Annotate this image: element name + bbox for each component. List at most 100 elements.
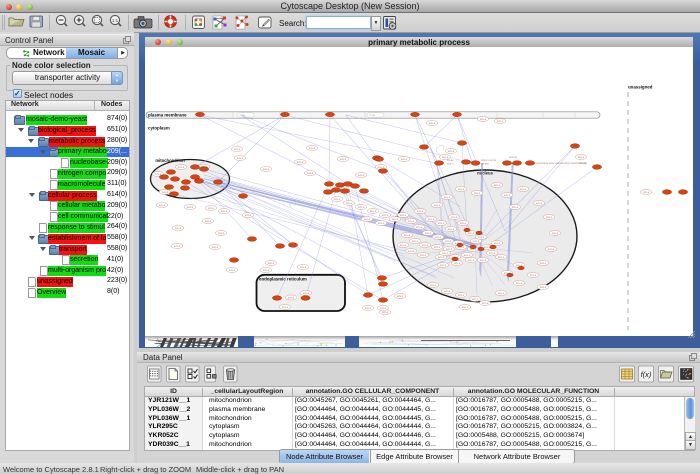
- svg-text:xxx-x: xxx-x: [578, 155, 585, 159]
- svg-text:xxx-x: xxx-x: [472, 297, 479, 301]
- svg-text:xxx-x: xxx-x: [340, 157, 347, 161]
- svg-text:xxx-x: xxx-x: [464, 253, 471, 257]
- svg-text:1:1: 1:1: [112, 18, 119, 23]
- svg-text:xxx-x: xxx-x: [309, 146, 316, 150]
- svg-text:xxx-x: xxx-x: [540, 285, 547, 289]
- svg-text:xxx-x: xxx-x: [408, 249, 415, 253]
- svg-text:xxx-x: xxx-x: [234, 147, 241, 151]
- svg-text:xxx-x: xxx-x: [365, 306, 372, 310]
- svg-text:xxx-x: xxx-x: [480, 258, 487, 262]
- svg-text:xxx-x: xxx-x: [454, 261, 461, 265]
- svg-text:xxx-x: xxx-x: [434, 203, 441, 207]
- svg-text:xxx-x: xxx-x: [546, 215, 553, 219]
- svg-text:xxx-x: xxx-x: [382, 213, 389, 217]
- svg-text:xxx-x: xxx-x: [444, 195, 451, 199]
- svg-text:xxx-x: xxx-x: [245, 213, 252, 217]
- svg-text:xxx-x: xxx-x: [162, 190, 169, 194]
- svg-text:xxx-x: xxx-x: [263, 268, 270, 272]
- svg-text:xxx-x: xxx-x: [268, 261, 275, 265]
- svg-text:xxx-x: xxx-x: [448, 227, 455, 231]
- svg-text:xxx-x: xxx-x: [282, 305, 289, 309]
- svg-text:tr sp: tr sp: [370, 113, 376, 117]
- svg-text:xxx-x: xxx-x: [175, 226, 182, 230]
- svg-text:xxx-x: xxx-x: [451, 215, 458, 219]
- svg-text:xxx-x: xxx-x: [307, 171, 314, 175]
- svg-text:unassigned: unassigned: [628, 85, 653, 90]
- svg-text:xxx-x: xxx-x: [412, 239, 419, 243]
- svg-text:xxx-xx: xxx-xx: [579, 161, 588, 165]
- svg-text:xxx-x: xxx-x: [392, 217, 399, 221]
- svg-text:xxx-x: xxx-x: [237, 156, 244, 160]
- svg-text:xxx-x: xxx-x: [498, 255, 505, 259]
- svg-text:xxx-x: xxx-x: [460, 221, 467, 225]
- svg-text:xxx-x: xxx-x: [408, 219, 415, 223]
- svg-text:xxx-x: xxx-x: [438, 221, 445, 225]
- svg-text:xxx-x: xxx-x: [458, 187, 465, 191]
- svg-text:xxx-x: xxx-x: [434, 245, 441, 249]
- svg-text:xxx-x: xxx-x: [297, 160, 304, 164]
- svg-text:xxx-x: xxx-x: [174, 244, 181, 248]
- svg-text:xxx-x: xxx-x: [504, 193, 511, 197]
- svg-text:xxx-x: xxx-x: [429, 121, 436, 125]
- svg-text:xxx-x: xxx-x: [480, 117, 487, 121]
- svg-text:xxx-x: xxx-x: [540, 261, 547, 265]
- svg-text:mitochondrion: mitochondrion: [155, 158, 185, 163]
- svg-text:xxx-x: xxx-x: [435, 235, 442, 239]
- svg-text:xxx-x: xxx-x: [458, 293, 465, 297]
- svg-text:xxx-x: xxx-x: [346, 201, 353, 205]
- svg-text:xxx-x: xxx-x: [440, 263, 447, 267]
- svg-text:xxx-x: xxx-x: [212, 245, 219, 249]
- svg-text:xxx-x: xxx-x: [468, 258, 475, 262]
- svg-text:xxx-x: xxx-x: [516, 281, 523, 285]
- svg-text:xxx-x: xxx-x: [208, 206, 215, 210]
- svg-text:xxx-x: xxx-x: [489, 251, 496, 255]
- svg-text:xxx-x: xxx-x: [478, 235, 485, 239]
- svg-text:cytoplasm: cytoplasm: [148, 126, 170, 131]
- svg-text:xxx-x: xxx-x: [400, 243, 407, 247]
- svg-text:xxx-x: xxx-x: [205, 219, 212, 223]
- svg-text:xxx-x: xxx-x: [444, 289, 451, 293]
- svg-text:xxx-x: xxx-x: [494, 241, 501, 245]
- svg-text:xxx-x: xxx-x: [473, 239, 480, 243]
- svg-text:xxx-x: xxx-x: [416, 225, 423, 229]
- svg-text:xxx-x: xxx-x: [288, 296, 295, 300]
- svg-text:xxx-x: xxx-x: [422, 243, 429, 247]
- svg-text:nucleus: nucleus: [477, 171, 493, 176]
- svg-text:xxx-x: xxx-x: [218, 231, 225, 235]
- svg-text:xxx-x: xxx-x: [448, 149, 455, 153]
- svg-text:xxx-x: xxx-x: [334, 197, 341, 201]
- svg-text:xxx-x: xxx-x: [552, 231, 559, 235]
- svg-text:xxx-x: xxx-x: [380, 306, 387, 310]
- svg-text:xxx-x: xxx-x: [420, 253, 427, 257]
- svg-text:xxx-x: xxx-x: [428, 217, 435, 221]
- svg-text:xxx-x: xxx-x: [445, 239, 452, 243]
- svg-text:xxx-x: xxx-x: [643, 190, 650, 194]
- svg-text:f(x): f(x): [641, 370, 652, 379]
- svg-text:endoplasmic reticulum: endoplasmic reticulum: [259, 277, 307, 282]
- svg-text:xxx-x: xxx-x: [512, 205, 519, 209]
- svg-text:xxx-x: xxx-x: [425, 231, 432, 235]
- svg-text:xxx-x: xxx-x: [178, 165, 185, 169]
- svg-text:xxx-x: xxx-x: [498, 291, 505, 295]
- svg-text:xxx-x: xxx-x: [494, 183, 501, 187]
- svg-text:xxx-x: xxx-x: [536, 201, 543, 205]
- svg-text:xxx-x: xxx-x: [397, 294, 404, 298]
- svg-text:xxx-x: xxx-x: [482, 301, 489, 305]
- svg-text:xxx-x: xxx-x: [263, 167, 270, 171]
- svg-text:xxx-x: xxx-x: [442, 251, 449, 255]
- svg-text:xxx-x: xxx-x: [462, 305, 469, 309]
- svg-text:xxx-x: xxx-x: [447, 162, 454, 166]
- svg-text:xxx-x: xxx-x: [300, 265, 307, 269]
- svg-text:xxx-x: xxx-x: [358, 205, 365, 209]
- svg-text:xxx-x: xxx-x: [530, 273, 537, 277]
- svg-text:xxx-x: xxx-x: [548, 247, 555, 251]
- svg-text:xxx-x: xxx-x: [229, 268, 236, 272]
- svg-text:xxx-x: xxx-x: [303, 291, 310, 295]
- svg-text:xxx-x: xxx-x: [417, 209, 424, 213]
- svg-text:xxx-x: xxx-x: [404, 233, 411, 237]
- svg-text:xxx-x: xxx-x: [221, 209, 228, 213]
- svg-text:xx-xxx: xx-xxx: [481, 162, 490, 166]
- svg-text:xxx-x: xxx-x: [401, 157, 408, 161]
- svg-text:xxx-x: xxx-x: [430, 283, 437, 287]
- svg-text:xxx-x: xxx-x: [159, 203, 166, 207]
